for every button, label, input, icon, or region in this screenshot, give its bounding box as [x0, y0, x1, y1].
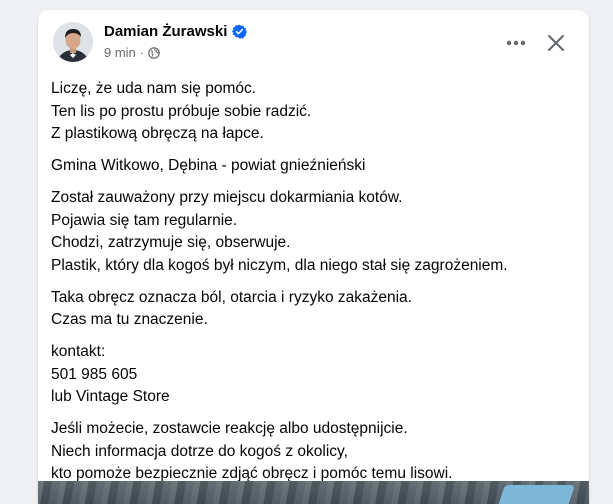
avatar-photo	[53, 22, 93, 62]
author-avatar[interactable]	[53, 22, 93, 62]
author-name-row: Damian Żurawski	[104, 23, 248, 40]
post-line: Został zauważony przy miejscu dokarmiani…	[51, 189, 403, 206]
post-line: Niech informacja dotrze do kogoś z okoli…	[51, 442, 348, 460]
post-line: Liczę, że uda nam się pomóc.	[51, 80, 257, 97]
post-line: kontakt:	[51, 343, 106, 360]
post-body: Liczę, że uda nam się pomóc. Ten lis po …	[51, 78, 577, 495]
more-options-icon	[506, 40, 526, 46]
close-button[interactable]	[543, 30, 569, 56]
post-time[interactable]: 9 min	[104, 45, 136, 60]
close-icon	[548, 35, 564, 51]
post-paragraph: Gmina Witkowo, Dębina - powiat gnieźnień…	[51, 155, 577, 178]
post-line: Pojawia się tam regularnie.	[51, 211, 238, 229]
post-line: Taka obręcz oznacza ból, otarcia i ryzyk…	[51, 288, 412, 306]
post-line: Ten lis po prostu próbuje sobie radzić.	[51, 102, 312, 120]
meta-separator: ·	[139, 45, 145, 60]
post-photo[interactable]	[38, 481, 589, 504]
post-paragraph: Liczę, że uda nam się pomóc. Ten lis po …	[51, 78, 577, 146]
photo-blue-object	[495, 485, 575, 504]
post-line: Plastik, który dla kogoś był niczym, dla…	[51, 256, 508, 274]
post-paragraph: Jeśli możecie, zostawcie reakcję albo ud…	[51, 418, 577, 486]
more-options-button[interactable]	[502, 33, 530, 53]
post-line: lub Vintage Store	[51, 388, 170, 405]
post-card: Damian Żurawski 9 min · Liczę, że uda na…	[38, 10, 589, 504]
post-paragraph: Został zauważony przy miejscu dokarmiani…	[51, 187, 577, 277]
post-line: Jeśli możecie, zostawcie reakcję albo ud…	[51, 420, 408, 437]
post-meta: 9 min ·	[104, 45, 160, 60]
globe-icon[interactable]	[148, 46, 160, 59]
post-line: 501 985 605	[51, 365, 138, 383]
post-line: Gmina Witkowo, Dębina - powiat gnieźnień…	[51, 157, 366, 174]
post-paragraph: kontakt: 501 985 605 lub Vintage Store	[51, 341, 577, 409]
verified-badge-icon	[232, 24, 248, 39]
post-line: Czas ma tu znaczenie.	[51, 311, 208, 328]
post-line: Z plastikową obręczą na łapce.	[51, 125, 264, 142]
post-line: Chodzi, zatrzymuje się, obserwuje.	[51, 234, 291, 251]
author-name[interactable]: Damian Żurawski	[104, 23, 227, 40]
post-paragraph: Taka obręcz oznacza ból, otarcia i ryzyk…	[51, 287, 577, 332]
